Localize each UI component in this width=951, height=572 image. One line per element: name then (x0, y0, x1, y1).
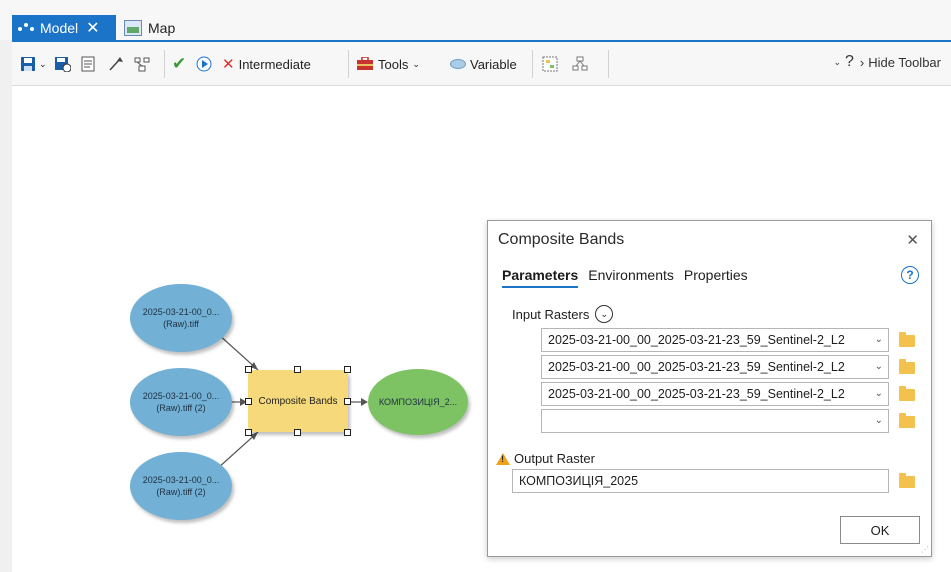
chevron-down-icon[interactable]: ⌄ (875, 356, 883, 378)
input-rasters-text: Input Rasters (512, 306, 590, 322)
node-label: 2025-03-21-00_0... (142, 475, 220, 485)
selection-handle[interactable] (344, 429, 351, 436)
input-rasters-label: Input Rasters ⌄ (512, 305, 614, 323)
close-icon[interactable]: ✕ (906, 231, 919, 249)
node-label: КОМПОЗИЦІЯ_2... (378, 397, 458, 407)
output-raster-value: КОМПОЗИЦІЯ_2025 (519, 474, 639, 488)
node-label: (Raw).tiff (163, 319, 199, 329)
ok-label: OK (870, 522, 890, 538)
node-label: (Raw).tiff (2) (156, 403, 206, 413)
selection-handle[interactable] (245, 398, 252, 405)
input-raster-node-2[interactable]: 2025-03-21-00_0... (Raw).tiff (2) (130, 368, 232, 436)
warning-icon (496, 452, 510, 465)
selection-handle[interactable] (344, 398, 351, 405)
output-raster-text: Output Raster (514, 451, 595, 466)
node-label: 2025-03-21-00_0... (142, 391, 220, 401)
output-raster-label: Output Raster (496, 451, 595, 466)
input-raster-field-1[interactable]: 2025-03-21-00_00_2025-03-21-23_59_Sentin… (541, 328, 889, 352)
selection-handle[interactable] (245, 366, 252, 373)
chevron-down-icon[interactable]: ⌄ (875, 410, 883, 432)
composite-bands-tool-node[interactable]: Composite Bands (248, 370, 348, 432)
selection-handle[interactable] (245, 429, 252, 436)
input-raster-node-1[interactable]: 2025-03-21-00_0... (Raw).tiff (130, 284, 232, 352)
folder-icon[interactable] (899, 332, 915, 347)
tab-parameters[interactable]: Parameters (502, 267, 579, 288)
tab-environments[interactable]: Environments (588, 267, 674, 288)
folder-icon[interactable] (899, 413, 915, 428)
selection-handle[interactable] (344, 366, 351, 373)
chevron-down-icon[interactable]: ⌄ (875, 329, 883, 351)
input-raster-field-3[interactable]: 2025-03-21-00_00_2025-03-21-23_59_Sentin… (541, 382, 889, 406)
input-raster-value: 2025-03-21-00_00_2025-03-21-23_59_Sentin… (548, 333, 845, 347)
output-raster-field[interactable]: КОМПОЗИЦІЯ_2025 (512, 469, 889, 493)
dialog-title: Composite Bands (498, 231, 625, 248)
tool-node-label: Composite Bands (258, 395, 338, 407)
node-label: 2025-03-21-00_0... (142, 307, 220, 317)
dialog-tabs: Parameters Environments Properties (502, 267, 748, 288)
input-raster-field-2[interactable]: 2025-03-21-00_00_2025-03-21-23_59_Sentin… (541, 355, 889, 379)
collapse-icon[interactable]: ⌄ (595, 305, 614, 323)
folder-icon[interactable] (899, 359, 915, 374)
resize-grip-icon[interactable]: ⋰ (921, 545, 929, 554)
selection-handle[interactable] (294, 366, 301, 373)
tab-properties[interactable]: Properties (684, 267, 748, 288)
input-raster-field-4[interactable]: ⌄ (541, 409, 889, 433)
ok-button[interactable]: OK (840, 516, 920, 544)
folder-icon[interactable] (899, 386, 915, 401)
input-raster-value: 2025-03-21-00_00_2025-03-21-23_59_Sentin… (548, 360, 845, 374)
folder-icon[interactable] (899, 473, 915, 488)
chevron-down-icon[interactable]: ⌄ (875, 383, 883, 405)
composite-bands-dialog: Composite Bands ✕ Parameters Environment… (487, 220, 932, 557)
selection-handle[interactable] (294, 429, 301, 436)
input-raster-node-3[interactable]: 2025-03-21-00_0... (Raw).tiff (2) (130, 452, 232, 520)
node-label: (Raw).tiff (2) (156, 487, 206, 497)
input-raster-value: 2025-03-21-00_00_2025-03-21-23_59_Sentin… (548, 387, 845, 401)
help-icon[interactable]: ? (901, 266, 919, 284)
output-raster-node[interactable]: КОМПОЗИЦІЯ_2... (368, 369, 468, 435)
